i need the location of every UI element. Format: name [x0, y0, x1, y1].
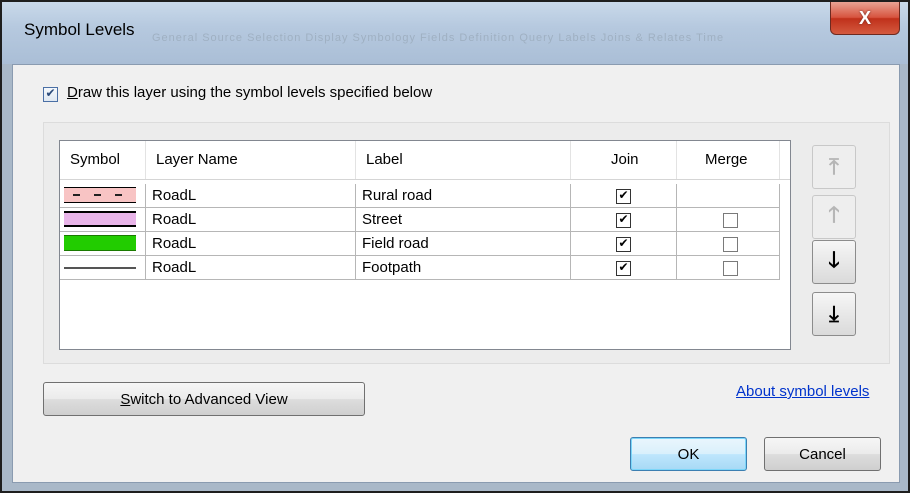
rural-road-symbol [64, 187, 136, 203]
layer-name-cell: RoadL [146, 256, 356, 280]
merge-cell [677, 232, 780, 256]
arrow-up-icon: 🡑 [828, 202, 840, 227]
join-cell [571, 184, 677, 208]
move-down-button[interactable]: 🡓 [812, 240, 856, 284]
merge-checkbox[interactable] [723, 237, 738, 252]
footpath-symbol [64, 267, 136, 269]
table-row[interactable]: RoadL Footpath [60, 256, 790, 280]
draw-symbol-levels-checkbox[interactable] [43, 87, 58, 102]
merge-checkbox[interactable] [723, 261, 738, 276]
symbol-cell [60, 208, 146, 232]
join-cell [571, 232, 677, 256]
background-tabs: General Source Selection Display Symbolo… [152, 32, 725, 44]
table-row[interactable]: RoadL Field road [60, 232, 790, 256]
layer-name-cell: RoadL [146, 232, 356, 256]
label-cell[interactable]: Footpath [356, 256, 571, 280]
join-checkbox[interactable] [616, 261, 631, 276]
arrow-to-top-icon: ⤒ [829, 154, 839, 179]
layer-name-cell: RoadL [146, 208, 356, 232]
table-row[interactable]: RoadL Rural road [60, 184, 790, 208]
column-header-merge[interactable]: Merge [677, 141, 780, 179]
arrow-down-icon: 🡓 [828, 247, 840, 272]
field-road-symbol [64, 235, 136, 251]
join-cell [571, 208, 677, 232]
table-row[interactable]: RoadL Street [60, 208, 790, 232]
symbol-cell [60, 184, 146, 208]
label-cell[interactable]: Field road [356, 232, 571, 256]
switch-to-advanced-view-button[interactable]: Switch to Advanced View [43, 382, 365, 416]
column-header-symbol[interactable]: Symbol [60, 141, 146, 179]
draw-symbol-levels-label[interactable]: Draw this layer using the symbol levels … [67, 84, 432, 101]
symbol-cell [60, 256, 146, 280]
column-header-label[interactable]: Label [356, 141, 571, 179]
column-header-layer-name[interactable]: Layer Name [146, 141, 356, 179]
merge-checkbox[interactable] [723, 213, 738, 228]
title-bar[interactable]: General Source Selection Display Symbolo… [2, 2, 908, 64]
join-checkbox[interactable] [616, 189, 631, 204]
merge-cell [677, 256, 780, 280]
symbol-cell [60, 232, 146, 256]
arrow-to-bottom-icon: ⤓ [829, 301, 839, 326]
merge-cell [677, 208, 780, 232]
label-cell[interactable]: Street [356, 208, 571, 232]
join-cell [571, 256, 677, 280]
table-header: Symbol Layer Name Label Join Merge [60, 141, 790, 180]
symbol-levels-table: Symbol Layer Name Label Join Merge RoadL… [59, 140, 791, 350]
move-to-bottom-button[interactable]: ⤓ [812, 292, 856, 336]
dialog-title: Symbol Levels [24, 20, 135, 39]
cancel-button[interactable]: Cancel [764, 437, 881, 471]
about-symbol-levels-link[interactable]: About symbol levels [736, 383, 869, 400]
layer-name-cell: RoadL [146, 184, 356, 208]
symbol-levels-group: Symbol Layer Name Label Join Merge RoadL… [43, 122, 890, 364]
close-icon: X [858, 7, 871, 28]
dialog-client-area: Draw this layer using the symbol levels … [12, 64, 900, 483]
move-up-button[interactable]: 🡑 [812, 195, 856, 239]
join-checkbox[interactable] [616, 237, 631, 252]
street-symbol [64, 211, 136, 227]
close-button[interactable]: X [830, 2, 900, 35]
ok-button[interactable]: OK [630, 437, 747, 471]
label-cell[interactable]: Rural road [356, 184, 571, 208]
column-header-join[interactable]: Join [571, 141, 677, 179]
join-checkbox[interactable] [616, 213, 631, 228]
move-to-top-button[interactable]: ⤒ [812, 145, 856, 189]
merge-cell [677, 184, 780, 208]
symbol-levels-dialog: General Source Selection Display Symbolo… [0, 0, 910, 493]
